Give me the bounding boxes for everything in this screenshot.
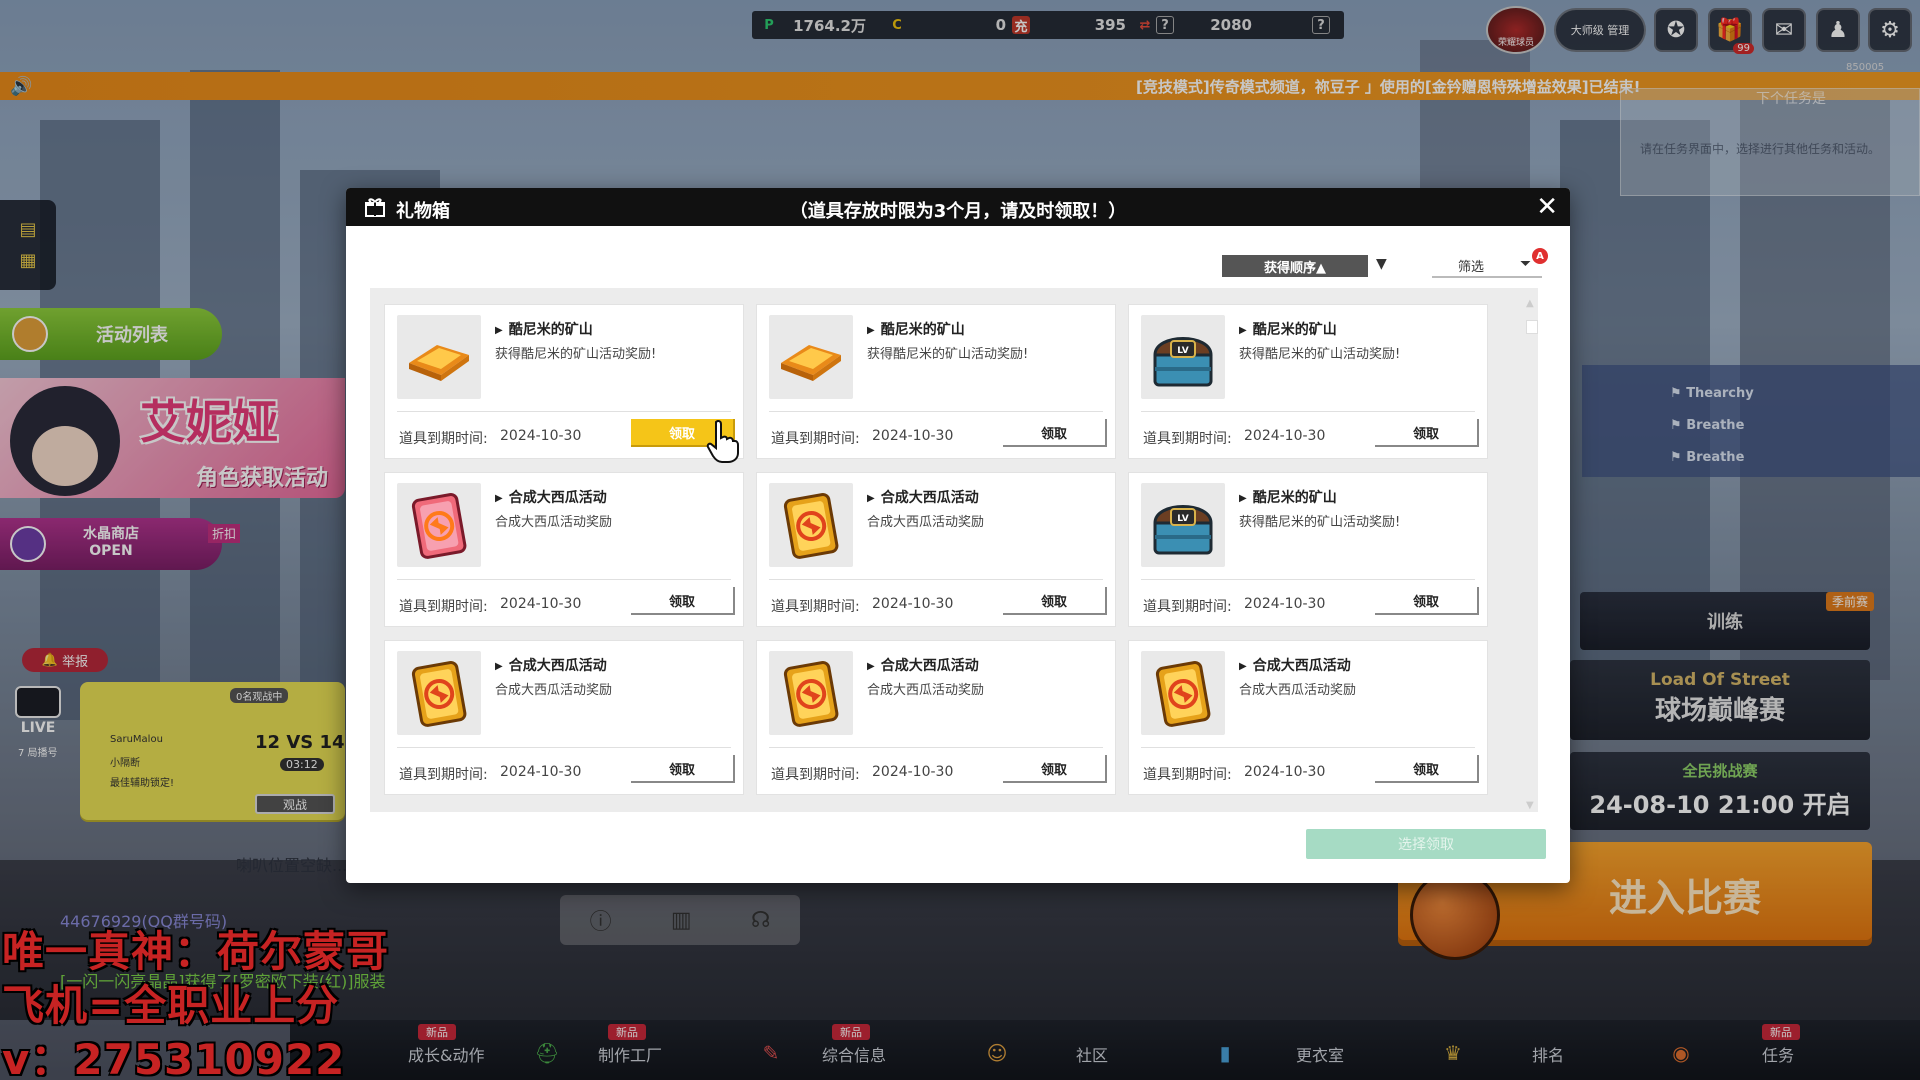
expire-date: 2024-10-30 — [872, 764, 954, 780]
gift-card: 合成大西瓜活动合成大西瓜活动奖励道具到期时间: 2024-10-30 领取 — [756, 472, 1116, 627]
expire-label: 道具到期时间: — [771, 599, 860, 615]
claim-button[interactable]: 领取 — [1003, 587, 1107, 615]
expire-label: 道具到期时间: — [399, 599, 488, 615]
claim-selected-button[interactable]: 选择领取 — [1306, 829, 1546, 859]
ticket-gold-icon — [769, 483, 853, 567]
scroll-down-icon[interactable]: ▼ — [1526, 800, 1534, 811]
divider — [1141, 747, 1475, 748]
expire-label: 道具到期时间: — [771, 767, 860, 783]
gift-list: 酷尼米的矿山获得酷尼米的矿山活动奖励!道具到期时间:2024-10-30领取酷尼… — [370, 288, 1538, 812]
claim-button[interactable]: 领取 — [1375, 419, 1479, 447]
claim-button[interactable]: 领取 — [1003, 419, 1107, 447]
gift-description: 获得酷尼米的矿山活动奖励! — [1239, 347, 1401, 362]
scrollbar-thumb[interactable] — [1526, 320, 1538, 334]
svg-text:LV: LV — [1177, 514, 1188, 524]
gift-description: 合成大西瓜活动奖励 — [1239, 683, 1357, 698]
expire-date: 2024-10-30 — [872, 428, 954, 444]
gift-title: 合成大西瓜活动 — [867, 487, 979, 507]
claim-button[interactable]: 领取 — [1375, 587, 1479, 615]
scrollbar[interactable] — [1524, 296, 1538, 804]
divider — [397, 411, 731, 412]
claim-button[interactable]: 领取 — [1375, 755, 1479, 783]
gift-description: 合成大西瓜活动奖励 — [495, 515, 613, 530]
gift-description: 获得酷尼米的矿山活动奖励! — [495, 347, 657, 362]
gold-bar-icon — [397, 315, 481, 399]
claim-button[interactable]: 领取 — [1003, 755, 1107, 783]
expire-date: 2024-10-30 — [500, 764, 582, 780]
close-icon[interactable]: ✕ — [1536, 192, 1558, 222]
expire-label: 道具到期时间: — [1143, 431, 1232, 447]
ticket-gold-icon — [769, 651, 853, 735]
gift-title: 酷尼米的矿山 — [1239, 319, 1337, 339]
gift-title: 合成大西瓜活动 — [1239, 655, 1351, 675]
sort-dropdown[interactable]: 获得顺序▲ — [1222, 255, 1368, 277]
gift-card: 合成大西瓜活动合成大西瓜活动奖励道具到期时间: 2024-10-30 领取 — [1128, 640, 1488, 795]
gift-card: LV 酷尼米的矿山获得酷尼米的矿山活动奖励! 道具到期时间: 2024-10-30 领取 — [1128, 472, 1488, 627]
expire-date: 2024-10-30 — [500, 596, 582, 612]
expire-date: 2024-10-30 — [1244, 428, 1326, 444]
gift-description: 合成大西瓜活动奖励 — [867, 515, 985, 530]
divider — [397, 747, 731, 748]
hand-cursor-icon — [706, 420, 739, 463]
gold-bar-icon — [769, 315, 853, 399]
divider — [769, 411, 1103, 412]
expire-label: 道具到期时间: — [399, 767, 488, 783]
gift-card: 合成大西瓜活动合成大西瓜活动奖励道具到期时间: 2024-10-30 领取 — [384, 472, 744, 627]
divider — [1141, 579, 1475, 580]
gift-description: 合成大西瓜活动奖励 — [867, 683, 985, 698]
scroll-up-icon[interactable]: ▲ — [1526, 298, 1534, 309]
ticket-gold-icon — [1141, 651, 1225, 735]
dialog-title: 礼物箱 — [396, 201, 450, 222]
gift-title: 酷尼米的矿山 — [495, 319, 593, 339]
ticket-pink-icon — [397, 483, 481, 567]
expire-label: 道具到期时间: — [1143, 599, 1232, 615]
gift-description: 获得酷尼米的矿山活动奖励! — [1239, 515, 1401, 530]
gift-card: 酷尼米的矿山获得酷尼米的矿山活动奖励! 道具到期时间: 2024-10-30 领取 — [756, 304, 1116, 459]
divider — [397, 579, 731, 580]
chest-lv2-icon: LV — [1141, 315, 1225, 399]
gift-title: 酷尼米的矿山 — [1239, 487, 1337, 507]
gift-description: 合成大西瓜活动奖励 — [495, 683, 613, 698]
gift-description: 获得酷尼米的矿山活动奖励! — [867, 347, 1029, 362]
filter-badge: A — [1532, 248, 1548, 264]
divider — [769, 747, 1103, 748]
gift-title: 合成大西瓜活动 — [495, 487, 607, 507]
expire-date: 2024-10-30 — [500, 428, 582, 444]
chevron-down-icon[interactable]: ▼ — [1376, 256, 1387, 272]
dialog-notice: （道具存放时限为3个月，请及时领取！） — [789, 201, 1127, 222]
expire-label: 道具到期时间: — [771, 431, 860, 447]
svg-text:LV: LV — [1177, 346, 1188, 356]
chest-lv3-icon: LV — [1141, 483, 1225, 567]
ticket-gold-icon — [397, 651, 481, 735]
gift-icon — [364, 196, 386, 218]
claim-button[interactable]: 领取 — [631, 587, 735, 615]
claim-button[interactable]: 领取 — [631, 755, 735, 783]
divider — [769, 579, 1103, 580]
gift-card: 酷尼米的矿山获得酷尼米的矿山活动奖励!道具到期时间:2024-10-30领取 — [384, 304, 744, 459]
gift-title: 酷尼米的矿山 — [867, 319, 965, 339]
gift-card: 合成大西瓜活动合成大西瓜活动奖励道具到期时间: 2024-10-30 领取 — [384, 640, 744, 795]
gift-box-dialog: 礼物箱 （道具存放时限为3个月，请及时领取！） ✕ 获得顺序▲ ▼ 筛选 ⏷ A… — [346, 188, 1570, 883]
filter-icon[interactable]: ⏷ — [1520, 256, 1531, 272]
gift-title: 合成大西瓜活动 — [495, 655, 607, 675]
gift-card: LV 酷尼米的矿山获得酷尼米的矿山活动奖励! 道具到期时间: 2024-10-30 领取 — [1128, 304, 1488, 459]
divider — [1141, 411, 1475, 412]
dialog-header: 礼物箱 （道具存放时限为3个月，请及时领取！） ✕ — [346, 188, 1570, 226]
expire-date: 2024-10-30 — [1244, 596, 1326, 612]
expire-label: 道具到期时间: — [1143, 767, 1232, 783]
gift-title: 合成大西瓜活动 — [867, 655, 979, 675]
gift-card: 合成大西瓜活动合成大西瓜活动奖励道具到期时间: 2024-10-30 领取 — [756, 640, 1116, 795]
expire-label: 道具到期时间: — [399, 431, 488, 447]
expire-date: 2024-10-30 — [1244, 764, 1326, 780]
expire-date: 2024-10-30 — [872, 596, 954, 612]
